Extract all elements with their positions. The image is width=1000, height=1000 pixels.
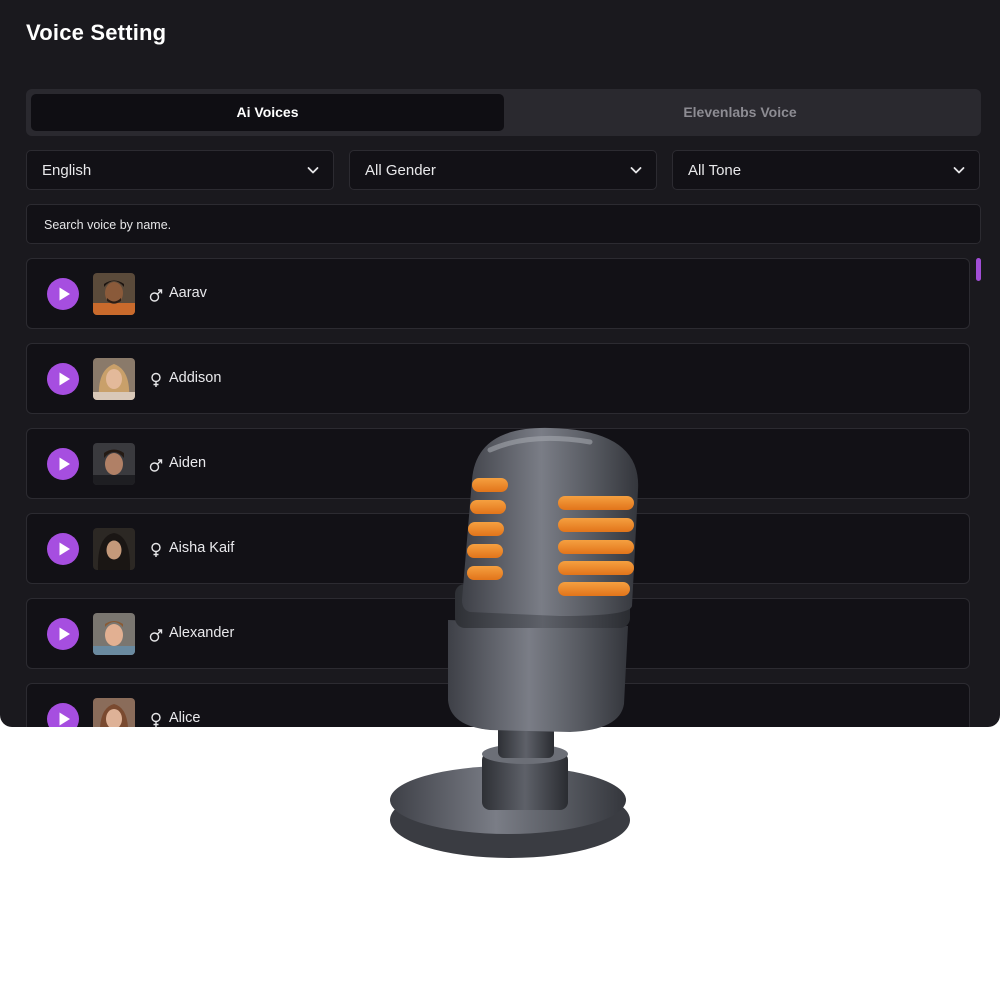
avatar	[93, 273, 135, 315]
language-select-value: English	[42, 162, 92, 179]
chevron-down-icon	[953, 167, 965, 174]
play-icon	[59, 287, 70, 301]
search-input[interactable]	[42, 205, 966, 245]
male-symbol-icon	[149, 289, 163, 302]
male-symbol-icon	[149, 459, 163, 472]
tab-elevenlabs-voice[interactable]: Elevenlabs Voice	[504, 94, 976, 131]
voice-name: Aiden	[169, 455, 207, 471]
microphone-illustration	[390, 427, 639, 858]
voice-name: Alexander	[169, 625, 235, 641]
gender-select[interactable]: All Gender	[349, 150, 657, 190]
play-button[interactable]	[47, 363, 79, 395]
voice-row-aarav[interactable]: Aarav	[26, 258, 970, 329]
female-symbol-icon	[151, 712, 161, 727]
search-box	[26, 204, 981, 245]
avatar	[93, 613, 135, 655]
list-scrollbar-thumb[interactable]	[976, 258, 981, 281]
tone-select[interactable]: All Tone	[672, 150, 980, 190]
play-button[interactable]	[47, 448, 79, 480]
play-button[interactable]	[47, 533, 79, 565]
language-select[interactable]: English	[26, 150, 334, 190]
play-icon	[59, 627, 70, 641]
gender-select-value: All Gender	[365, 162, 436, 179]
play-button[interactable]	[47, 618, 79, 650]
voice-name: Alice	[169, 710, 201, 726]
play-icon	[59, 457, 70, 471]
avatar	[93, 358, 135, 400]
tone-select-value: All Tone	[688, 162, 742, 179]
avatar	[93, 698, 135, 727]
avatar	[93, 443, 135, 485]
chevron-down-icon	[630, 167, 642, 174]
chevron-down-icon	[307, 167, 319, 174]
voice-name: Aarav	[169, 285, 207, 301]
avatar	[93, 528, 135, 570]
tab-ai-voices[interactable]: Ai Voices	[31, 94, 504, 131]
female-symbol-icon	[151, 372, 161, 387]
voice-source-tabs: Ai Voices Elevenlabs Voice	[26, 89, 981, 136]
page-title: Voice Setting	[26, 20, 167, 45]
play-icon	[59, 712, 70, 726]
voice-name: Aisha Kaif	[169, 540, 235, 556]
play-button[interactable]	[47, 278, 79, 310]
play-button[interactable]	[47, 703, 79, 727]
male-symbol-icon	[149, 629, 163, 642]
voice-row-addison[interactable]: Addison	[26, 343, 970, 414]
play-icon	[59, 542, 70, 556]
voice-name: Addison	[169, 370, 222, 386]
play-icon	[59, 372, 70, 386]
female-symbol-icon	[151, 542, 161, 557]
